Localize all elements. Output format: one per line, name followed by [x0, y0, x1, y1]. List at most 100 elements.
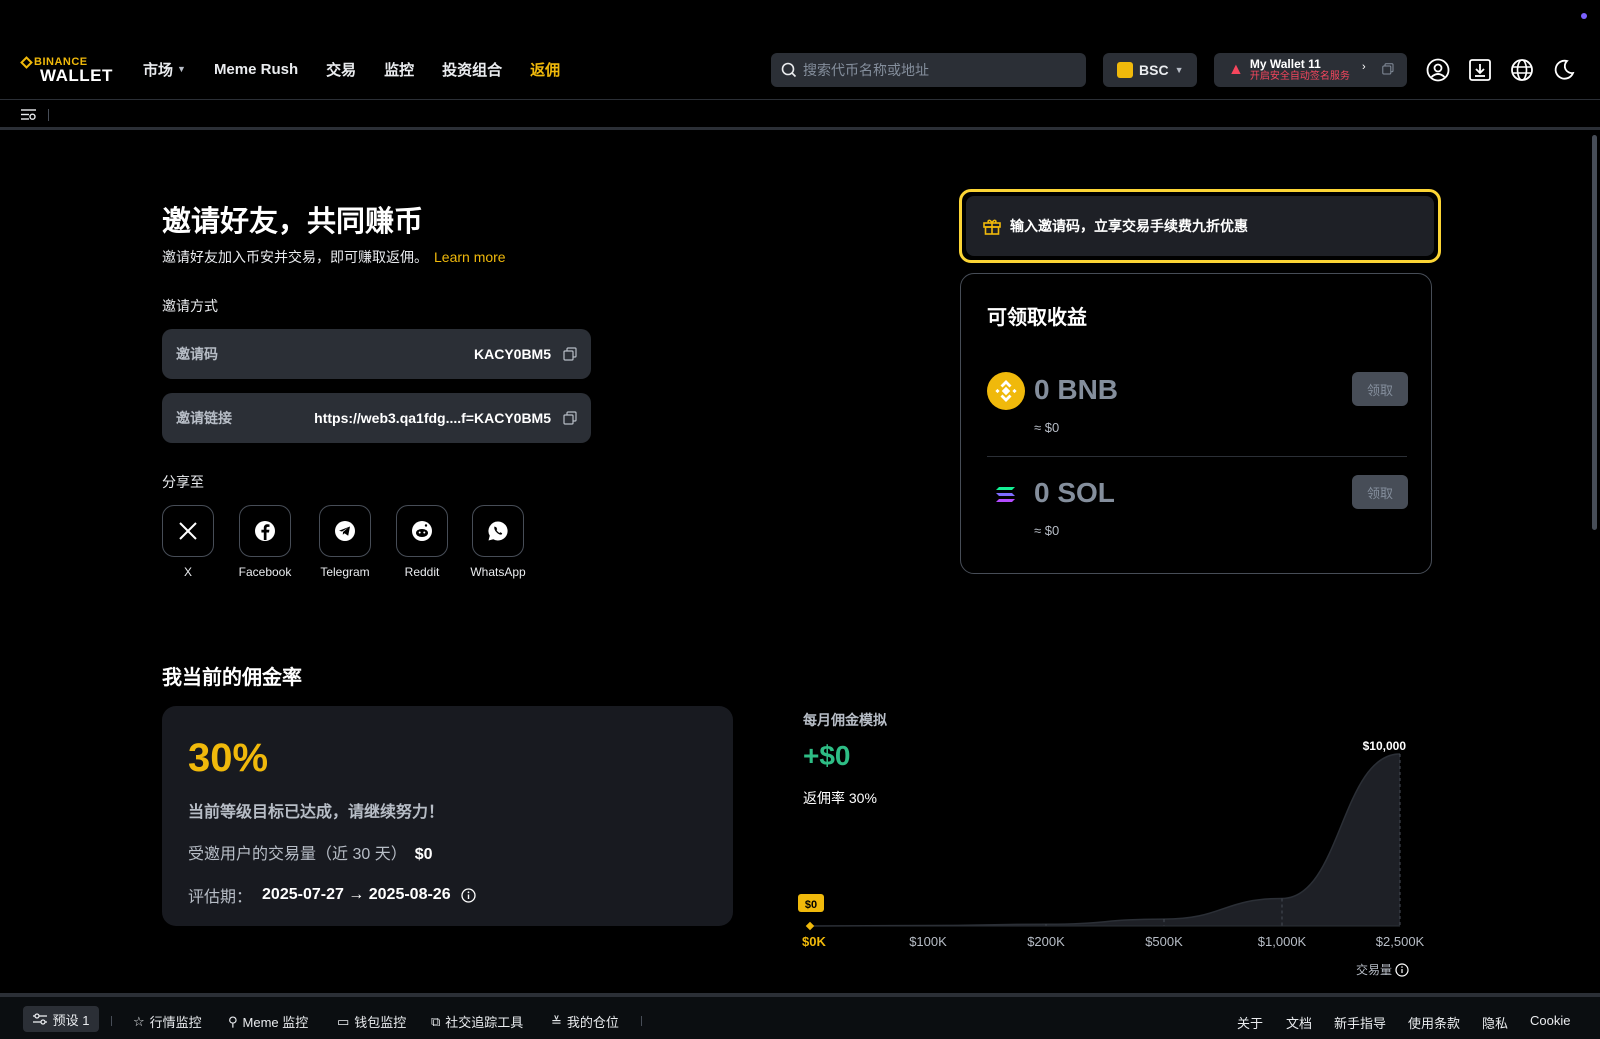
facebook-icon — [255, 521, 275, 541]
warning-icon: ▲ — [1228, 61, 1244, 78]
account-icon[interactable] — [1426, 58, 1450, 82]
page-scrollbar[interactable] — [1592, 135, 1597, 530]
claim-bnb-button[interactable]: 领取 — [1352, 372, 1408, 406]
chevron-right-icon: › — [1362, 61, 1366, 73]
period-value: 2025-07-27 → 2025-08-26 — [262, 886, 451, 903]
claim-sol-button[interactable]: 领取 — [1352, 475, 1408, 509]
invite-code-field: 邀请码 KACY0BM5 — [162, 329, 591, 379]
x-tick-label: $100K — [909, 934, 947, 949]
share-x[interactable]: X — [162, 505, 214, 579]
footer-market-monitor-label: 行情监控 — [149, 1015, 202, 1030]
footer-social-tracker[interactable]: ⧉ 社交追踪工具 — [431, 1012, 523, 1031]
social-icon: ⧉ — [431, 1013, 441, 1029]
chevron-down-icon: ▼ — [177, 64, 186, 74]
footer-link-docs[interactable]: 文档 — [1286, 1013, 1312, 1032]
x-axis-title: 交易量 — [1356, 962, 1392, 977]
current-value-label: $0 — [805, 899, 817, 911]
page-title: 邀请好友，共同赚币 — [162, 206, 424, 238]
wallet-warning[interactable]: 开启安全自动签名服务 — [1250, 71, 1350, 83]
share-reddit-button[interactable] — [396, 505, 448, 557]
footer-link-cookie[interactable]: Cookie — [1530, 1013, 1570, 1028]
search-box — [771, 53, 1086, 87]
whatsapp-icon — [488, 521, 508, 541]
nav-meme-rush[interactable]: Meme Rush — [214, 58, 298, 80]
nav-portfolio[interactable]: 投资组合 — [442, 58, 502, 80]
footer-wallet-monitor[interactable]: ▭ 钱包监控 — [337, 1012, 406, 1031]
bottom-toolbar: 预设 1 ☆ 行情监控 ⚲ Meme 监控 ▭ 钱包监控 ⧉ 社交追踪工具 ≚ 我的仓位 … — [0, 993, 1600, 1039]
asset-row-sol: 0 SOL ≈ $0 领取 — [987, 475, 1408, 555]
invite-code-promo[interactable]: 输入邀请码，立享交易手续费九折优惠 — [959, 189, 1441, 263]
download-icon[interactable] — [1468, 58, 1492, 82]
main-nav: 市场 ▼ Meme Rush 交易 监控 投资组合 返佣 — [143, 58, 588, 80]
learn-more-link[interactable]: Learn more — [434, 249, 506, 265]
footer-social-tracker-label: 社交追踪工具 — [445, 1015, 524, 1030]
nav-market-label: 市场 — [143, 61, 174, 79]
x-tick-label: $500K — [1145, 934, 1183, 949]
nav-trade[interactable]: 交易 — [326, 58, 356, 80]
sol-usd-value: ≈ $0 — [1034, 523, 1060, 538]
share-reddit[interactable]: Reddit — [396, 505, 448, 579]
footer-my-positions-label: 我的仓位 — [566, 1015, 619, 1030]
tier-status-message: 当前等级目标已达成，请继续努力！ — [188, 804, 445, 821]
footer-market-monitor[interactable]: ☆ 行情监控 — [133, 1012, 202, 1031]
current-value-marker[interactable] — [805, 921, 815, 931]
sol-coin-icon — [987, 475, 1025, 513]
sol-amount: 0 SOL — [1034, 477, 1115, 508]
search-input[interactable] — [803, 62, 1073, 78]
footer-link-guide[interactable]: 新手指导 — [1334, 1013, 1386, 1032]
share-x-button[interactable] — [162, 505, 214, 557]
footer-link-about[interactable]: 关于 — [1237, 1013, 1263, 1032]
bnb-coin-icon — [987, 372, 1025, 410]
nav-meme-rush-label: Meme Rush — [213, 60, 299, 78]
volume-value: $0 — [414, 846, 433, 863]
chain-selector[interactable]: BSC ▼ — [1103, 53, 1197, 87]
promo-banner[interactable]: 输入邀请码，立享交易手续费九折优惠 — [966, 196, 1434, 256]
footer-divider — [641, 1016, 642, 1026]
period-label: 评估期： — [188, 889, 253, 906]
footer-meme-monitor[interactable]: ⚲ Meme 监控 — [228, 1012, 308, 1031]
invite-link-label: 邀请链接 — [176, 410, 232, 426]
promo-text: 输入邀请码，立享交易手续费九折优惠 — [1010, 218, 1248, 234]
commission-rate-card: 30% 当前等级目标已达成，请继续努力！ 受邀用户的交易量（近 30 天） $0 … — [162, 706, 733, 926]
gift-icon — [983, 219, 1001, 235]
referral-volume: 受邀用户的交易量（近 30 天） $0 — [188, 840, 433, 864]
binance-logo-icon — [20, 55, 33, 69]
x-tick-label: $0K — [802, 934, 826, 949]
nav-market[interactable]: 市场 ▼ — [143, 58, 186, 80]
notification-dot — [1581, 13, 1587, 19]
share-whatsapp[interactable]: WhatsApp — [470, 505, 526, 579]
copy-icon[interactable] — [563, 347, 577, 361]
nav-monitor[interactable]: 监控 — [384, 58, 414, 80]
sliders-icon — [32, 1013, 47, 1025]
dark-mode-icon[interactable] — [1552, 58, 1576, 82]
commission-simulation-chart[interactable]: $0K $100K $200K $500K $1,000K $2,500K $10,000 $… — [790, 740, 1430, 995]
chart-area — [810, 754, 1400, 926]
binance-wallet-logo[interactable]: BINANCE WALLET — [20, 55, 122, 86]
telegram-icon — [335, 521, 355, 541]
share-telegram[interactable]: Telegram — [319, 505, 371, 579]
invite-code-value: KACY0BM5 — [473, 346, 551, 362]
footer-meme-monitor-label: Meme 监控 — [242, 1015, 309, 1030]
share-telegram-button[interactable] — [319, 505, 371, 557]
globe-icon[interactable] — [1510, 58, 1534, 82]
footer-link-terms[interactable]: 使用条款 — [1408, 1013, 1460, 1032]
share-facebook[interactable]: Facebook — [239, 505, 291, 579]
earnings-title: 可领取收益 — [987, 307, 1087, 329]
share-whatsapp-label: WhatsApp — [470, 565, 526, 579]
info-icon-dot — [1401, 966, 1403, 968]
copy-icon[interactable] — [1382, 63, 1394, 75]
footer-my-positions[interactable]: ≚ 我的仓位 — [551, 1012, 619, 1031]
preset-button[interactable]: 预设 1 — [23, 1006, 99, 1032]
copy-icon[interactable] — [563, 411, 577, 425]
nav-referral[interactable]: 返佣 — [530, 58, 560, 80]
info-icon[interactable] — [460, 887, 476, 903]
share-whatsapp-button[interactable] — [472, 505, 524, 557]
chain-label: BSC — [1139, 62, 1169, 78]
commission-percent: 30% — [188, 736, 269, 780]
filter-settings-icon[interactable] — [21, 108, 36, 121]
share-facebook-button[interactable] — [239, 505, 291, 557]
footer-divider — [111, 1016, 112, 1026]
footer-link-privacy[interactable]: 隐私 — [1482, 1013, 1508, 1032]
chart-max-label: $10,000 — [1363, 740, 1407, 753]
wallet-selector[interactable]: ▲ My Wallet 11 开启安全自动签名服务 › — [1214, 53, 1407, 87]
